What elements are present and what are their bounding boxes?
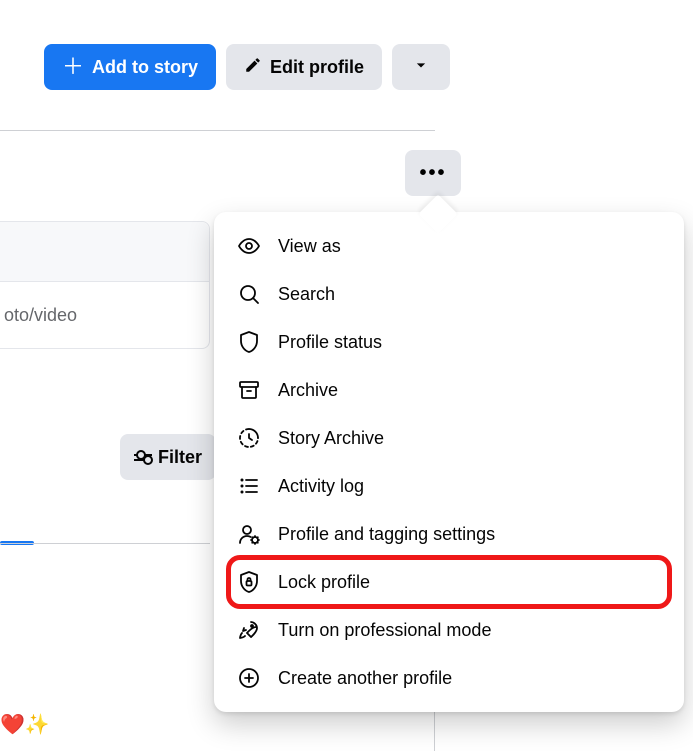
filters-label: Filter [158, 447, 202, 468]
menu-item-label: Turn on professional mode [278, 620, 491, 641]
menu-item-archive[interactable]: Archive [222, 366, 676, 414]
menu-item-label: Story Archive [278, 428, 384, 449]
edit-profile-label: Edit profile [270, 57, 364, 78]
rocket-icon [236, 617, 262, 643]
gear-person-icon [236, 521, 262, 547]
menu-item-label: Search [278, 284, 335, 305]
search-icon [236, 281, 262, 307]
rail-header [0, 222, 209, 282]
archive-icon [236, 377, 262, 403]
photo-video-row[interactable]: oto/video [0, 282, 209, 348]
ellipsis-icon: ••• [419, 162, 446, 185]
divider [0, 130, 435, 131]
menu-item-label: View as [278, 236, 341, 257]
list-icon [236, 473, 262, 499]
rail-card: oto/video [0, 221, 210, 349]
shield-icon [236, 329, 262, 355]
menu-item-profile-status[interactable]: Profile status [222, 318, 676, 366]
left-rail: oto/video [0, 221, 210, 750]
plus-circle-icon [236, 665, 262, 691]
emoji-text: ❤️✨ [0, 712, 50, 737]
menu-item-professional[interactable]: Turn on professional mode [222, 606, 676, 654]
menu-item-label: Archive [278, 380, 338, 401]
more-actions-chevron-button[interactable] [392, 44, 450, 90]
menu-item-label: Create another profile [278, 668, 452, 689]
lock-shield-icon [236, 569, 262, 595]
plus-icon: ＋ [62, 56, 84, 78]
filters-button[interactable]: Filter [120, 434, 216, 480]
menu-item-search[interactable]: Search [222, 270, 676, 318]
menu-item-label: Profile and tagging settings [278, 524, 495, 545]
menu-panel: View as Search Profile status Archive Story … [214, 212, 684, 712]
menu-item-lock-profile[interactable]: Lock profile [222, 558, 676, 606]
overflow-menu-button[interactable]: ••• [405, 150, 461, 196]
pencil-icon [244, 56, 262, 79]
eye-icon [236, 233, 262, 259]
menu-item-create-profile[interactable]: Create another profile [222, 654, 676, 702]
profile-top-actions: ＋ Add to story Edit profile [44, 44, 450, 90]
filters-icon [134, 454, 152, 461]
menu-item-label: Profile status [278, 332, 382, 353]
edit-profile-button[interactable]: Edit profile [226, 44, 382, 90]
add-to-story-button[interactable]: ＋ Add to story [44, 44, 216, 90]
divider [0, 543, 210, 544]
photo-video-label: oto/video [4, 305, 77, 326]
story-icon [236, 425, 262, 451]
menu-item-label: Lock profile [278, 572, 370, 593]
menu-item-profile-tagging[interactable]: Profile and tagging settings [222, 510, 676, 558]
add-to-story-label: Add to story [92, 57, 198, 78]
menu-item-activity-log[interactable]: Activity log [222, 462, 676, 510]
menu-item-story-archive[interactable]: Story Archive [222, 414, 676, 462]
chevron-down-icon [411, 55, 431, 80]
menu-item-view-as[interactable]: View as [222, 222, 676, 270]
menu-item-label: Activity log [278, 476, 364, 497]
